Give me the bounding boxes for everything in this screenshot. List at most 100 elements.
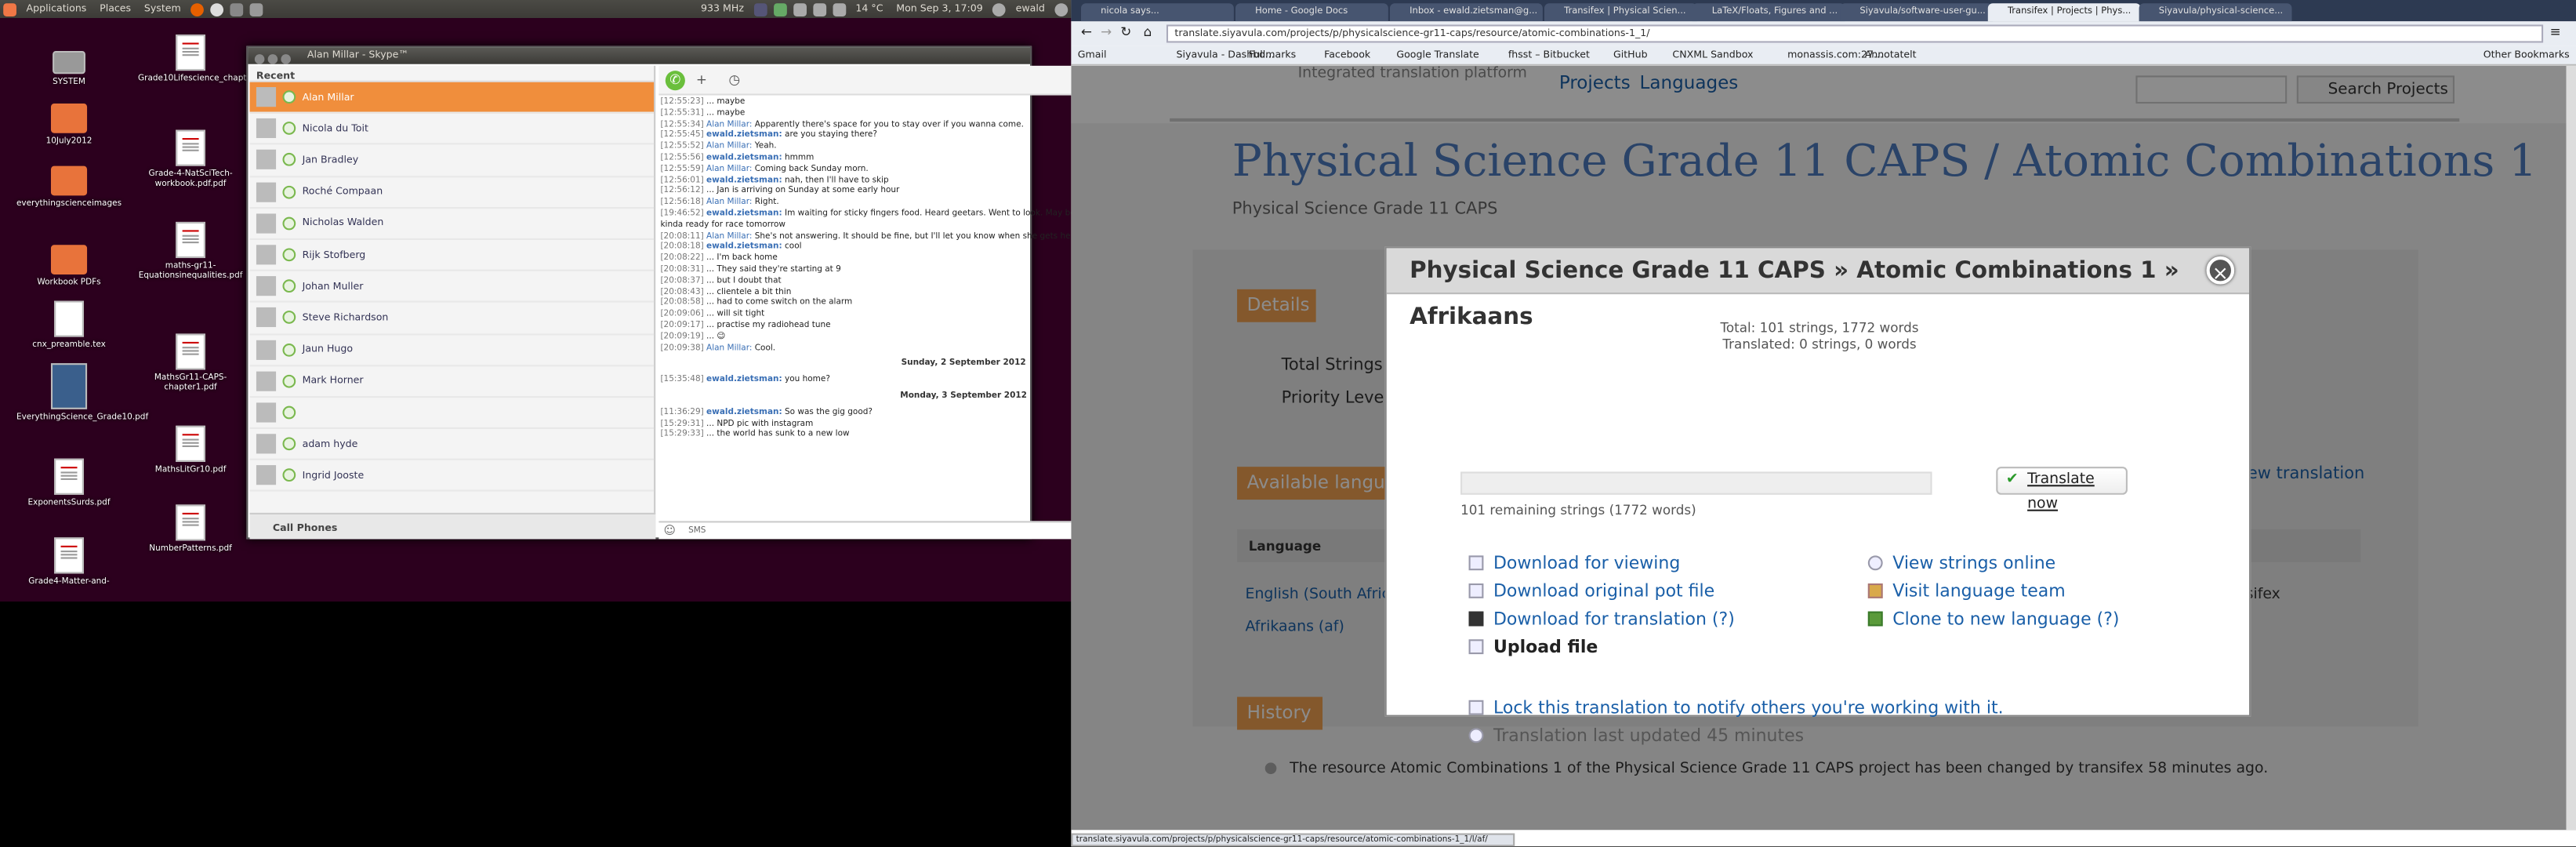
download-viewing-link[interactable]: Download for viewing	[1468, 554, 1680, 573]
recent-header[interactable]: Recent	[249, 66, 655, 82]
message-author[interactable]: Alan Millar:	[706, 343, 752, 353]
menu-applications[interactable]: Applications	[20, 3, 93, 15]
clone-language-link[interactable]: Clone to new language (?)	[1867, 610, 2120, 630]
desktop-icon-file[interactable]: ExponentsSurds.pdf	[16, 458, 122, 508]
message-author[interactable]: Alan Millar:	[706, 231, 752, 242]
address-bar[interactable]: translate.siyavula.com/projects/p/physic…	[1166, 24, 2544, 43]
contact-item[interactable]: Ingrid Jooste	[249, 460, 655, 493]
desktop-icon-folder[interactable]: Workbook PDFs	[16, 245, 122, 288]
contact-item[interactable]: Nicola du Toit	[249, 114, 655, 146]
forward-icon[interactable]: →	[1101, 24, 1112, 39]
upload-file-link[interactable]: Upload file	[1468, 638, 1598, 657]
contact-item[interactable]: Alan Millar	[249, 82, 655, 114]
contact-item[interactable]: Jan Bradley	[249, 145, 655, 177]
desktop-icon-folder[interactable]: 10July2012	[16, 104, 122, 147]
call-icon[interactable]: ✆	[665, 71, 685, 91]
contact-item[interactable]: Mark Horner	[249, 366, 655, 398]
home-icon[interactable]: ⌂	[1144, 24, 1152, 39]
chrome-icon[interactable]	[210, 2, 224, 16]
desktop-icon-file[interactable]: Grade10Lifescience_chapter1.pdf	[138, 35, 276, 84]
files-icon[interactable]	[230, 2, 244, 16]
bookmark[interactable]: fhsst – Bitbucket	[1508, 46, 1590, 66]
mail-icon[interactable]	[812, 2, 826, 16]
contact-item[interactable]: adam hyde	[249, 429, 655, 461]
message-author[interactable]: Alan Millar:	[706, 198, 752, 208]
history-icon[interactable]: ◷	[724, 71, 744, 90]
browser-tab[interactable]: nicola says...	[1080, 3, 1234, 22]
desktop-icon-file[interactable]: Grade4-Matter-and-	[16, 537, 122, 587]
desktop-icon-file[interactable]: EverythingScience_Grade10.pdf	[16, 363, 148, 423]
desktop-icon-file[interactable]: Grade-4-NatSciTech-workbook.pdf.pdf	[138, 129, 243, 189]
menu-icon[interactable]: ≡	[2550, 24, 2561, 39]
call-phones-button[interactable]: Call Phones	[249, 512, 656, 540]
desktop-icon-file[interactable]: MathsGr11-CAPS-chapter1.pdf	[138, 333, 243, 393]
bookmark[interactable]: Facebook	[1324, 46, 1370, 66]
download-pot-link[interactable]: Download original pot file	[1468, 582, 1714, 602]
browser-tab[interactable]: Siyavula/physical-science...	[2139, 3, 2292, 22]
sms-label[interactable]: SMS	[688, 526, 706, 536]
bookmark[interactable]: CNXML Sandbox	[1672, 46, 1753, 66]
bookmark[interactable]: Fullmarks	[1249, 46, 1296, 66]
bookmark[interactable]: Annotatelt	[1865, 46, 1917, 66]
desktop-icon-folder[interactable]: everythingscienceimages	[16, 165, 122, 209]
firefox-icon[interactable]	[190, 2, 205, 16]
desktop-icon-system[interactable]: SYSTEM	[16, 45, 122, 87]
close-icon[interactable]	[254, 53, 265, 64]
download-translation-link[interactable]: Download for translation (?)	[1468, 610, 1735, 630]
contact-item[interactable]: Jaun Hugo	[249, 334, 655, 366]
volume-icon[interactable]	[833, 2, 846, 16]
network-icon[interactable]	[773, 2, 787, 16]
message-author[interactable]: Alan Millar:	[706, 119, 752, 129]
call-phones-label: Call Phones	[272, 522, 338, 535]
browser-tab[interactable]: Home - Google Docs	[1235, 3, 1388, 22]
browser-tab[interactable]: Transifex | Projects | Phys...	[1987, 3, 2141, 22]
message-author[interactable]: Alan Millar:	[706, 142, 752, 152]
desktop-icon-file[interactable]: maths-gr11-Equationsinequalities.pdf	[138, 221, 243, 281]
visit-team-link[interactable]: Visit language team	[1867, 582, 2066, 602]
contact-item[interactable]	[249, 398, 655, 430]
minimize-icon[interactable]	[267, 53, 278, 64]
power-icon[interactable]	[1054, 2, 1068, 16]
desktop-icon-file[interactable]: cnx_preamble.tex	[16, 300, 122, 350]
back-icon[interactable]: ←	[1081, 24, 1092, 39]
menu-places[interactable]: Places	[93, 3, 138, 15]
clock[interactable]: Mon Sep 3, 17:09	[890, 3, 989, 15]
menu-system[interactable]: System	[137, 3, 187, 15]
bookmark[interactable]: Gmail	[1078, 46, 1107, 66]
maximize-icon[interactable]	[281, 53, 291, 64]
contact-item[interactable]: Johan Muller	[249, 271, 655, 304]
bookmark[interactable]: GitHub	[1613, 46, 1648, 66]
close-icon[interactable]: ×	[2206, 256, 2235, 285]
desktop-icon-file[interactable]: NumberPatterns.pdf	[138, 504, 243, 554]
browser-tab[interactable]: Inbox - ewald.zietsman@g...	[1389, 3, 1543, 22]
message-author[interactable]: ewald.zietsman:	[706, 175, 782, 185]
contact-item[interactable]: Steve Richardson	[249, 303, 655, 335]
bookmark[interactable]: Google Translate	[1396, 46, 1478, 66]
message-author[interactable]: ewald.zietsman:	[706, 375, 782, 385]
translate-now-button[interactable]: ✔ Translate now	[1996, 467, 2128, 513]
other-bookmarks[interactable]: Other Bookmarks	[2483, 46, 2570, 66]
emoticon-icon[interactable]: ☺	[664, 525, 676, 538]
contact-item[interactable]: Nicholas Walden	[249, 209, 655, 240]
contact-item[interactable]: Rijk Stofberg	[249, 240, 655, 272]
message-author[interactable]: Alan Millar:	[706, 164, 752, 174]
contact-item[interactable]: Roché Compaan	[249, 176, 655, 209]
add-icon[interactable]: +	[691, 71, 711, 90]
message-author[interactable]: ewald.zietsman:	[706, 153, 782, 163]
reload-icon[interactable]: ↻	[1120, 24, 1131, 39]
browser-tab[interactable]: Transifex | Physical Scien...	[1544, 3, 1697, 22]
page-scrollbar[interactable]	[2566, 65, 2576, 831]
username[interactable]: ewald	[1009, 3, 1051, 15]
terminal-icon[interactable]	[249, 2, 263, 16]
desktop-icon-file[interactable]: MathsLitGr10.pdf	[138, 425, 243, 475]
message-author[interactable]: ewald.zietsman:	[706, 242, 782, 253]
view-strings-link[interactable]: View strings online	[1867, 554, 2055, 573]
browser-tab[interactable]: LaTeX/Floats, Figures and ...	[1692, 3, 1845, 22]
message-author[interactable]: ewald.zietsman:	[706, 209, 782, 219]
browser-tab[interactable]: Siyavula/software-user-gu...	[1840, 3, 1994, 22]
bluetooth-icon[interactable]	[793, 2, 807, 16]
message-author[interactable]: ewald.zietsman:	[706, 130, 782, 140]
message-author[interactable]: ewald.zietsman:	[706, 407, 782, 417]
skype-titlebar[interactable]: Alan Millar - Skype™	[248, 47, 1031, 64]
lock-translation-link[interactable]: Lock this translation to notify others y…	[1468, 699, 2004, 718]
